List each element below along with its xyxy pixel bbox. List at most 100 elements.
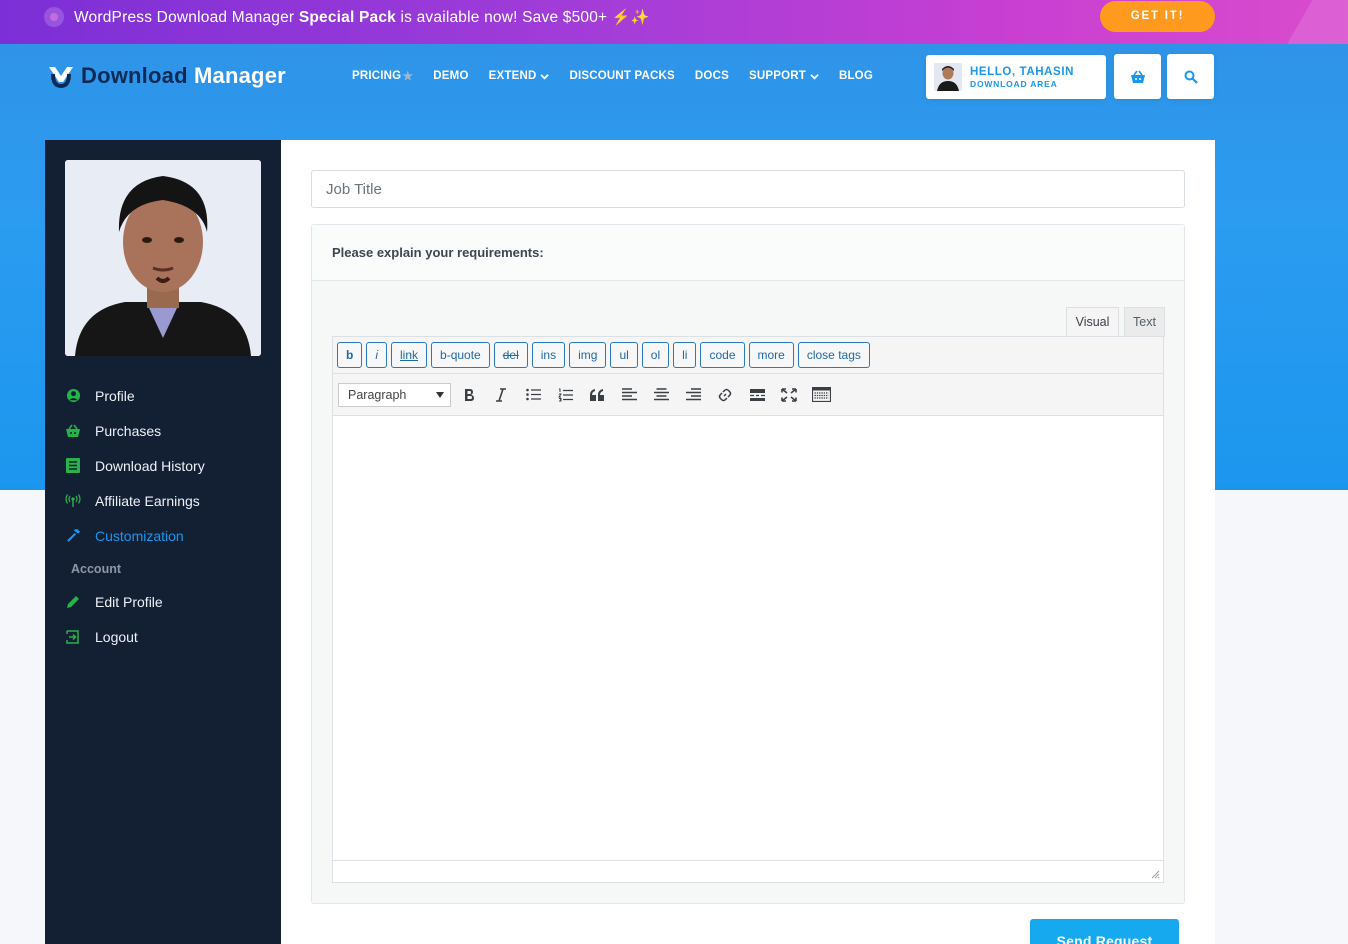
promo-message: WordPress Download Manager Special Pack … [74, 8, 650, 27]
sidebar-item-label: Affiliate Earnings [95, 492, 200, 509]
sidebar-item-logout[interactable]: Logout [45, 619, 281, 654]
promo-bar: WordPress Download Manager Special Pack … [0, 0, 1348, 44]
chevron-down-icon [540, 73, 550, 80]
numbered-list-icon [557, 388, 573, 401]
user-circle-icon [65, 388, 81, 404]
fullscreen-icon [781, 387, 797, 402]
sidebar: Profile Purchases Download History Affil… [45, 140, 281, 944]
account-heading: Account [71, 561, 121, 576]
search-icon [1184, 70, 1198, 84]
get-it-button[interactable]: GET IT! [1100, 1, 1215, 32]
sidebar-item-label: Profile [95, 387, 135, 404]
requirements-label: Please explain your requirements: [312, 225, 1184, 281]
numbered-list-button[interactable] [549, 382, 581, 408]
qt-ul-button[interactable]: ul [610, 342, 638, 368]
fullscreen-button[interactable] [773, 382, 805, 408]
format-select-value: Paragraph [348, 387, 407, 402]
broadcast-icon [65, 493, 81, 509]
insert-link-button[interactable] [709, 382, 741, 408]
user-download-area: DOWNLOAD AREA [970, 78, 1058, 89]
main-content: Please explain your requirements: Visual… [281, 140, 1215, 944]
sidebar-item-label: Logout [95, 628, 138, 645]
star-icon: ★ [402, 69, 414, 83]
align-center-button[interactable] [645, 382, 677, 408]
italic-icon [496, 387, 506, 402]
toolbar-toggle-button[interactable] [805, 382, 837, 408]
sidebar-menu: Profile Purchases Download History Affil… [45, 378, 281, 654]
nav-blog-label: BLOG [838, 70, 873, 82]
bullet-list-button[interactable] [517, 382, 549, 408]
italic-button[interactable] [485, 382, 517, 408]
user-menu[interactable]: HELLO, TAHASIN DOWNLOAD AREA [926, 55, 1106, 99]
align-left-button[interactable] [613, 382, 645, 408]
list-icon [65, 458, 81, 474]
bold-icon [465, 388, 474, 401]
qt-more-button[interactable]: more [748, 342, 794, 368]
nav-support[interactable]: SUPPORT [749, 69, 819, 83]
qt-bold-button[interactable]: b [337, 342, 363, 368]
quicktags-toolbar: b i link b-quote del ins img ul ol li co… [333, 337, 1163, 374]
qt-img-button[interactable]: img [569, 342, 607, 368]
qt-del-button[interactable]: del [493, 342, 528, 368]
sidebar-item-profile[interactable]: Profile [45, 378, 281, 413]
qt-code-button[interactable]: code [700, 342, 745, 368]
qt-close-tags-button[interactable]: close tags [797, 342, 870, 368]
formatting-toolbar: Paragraph [333, 374, 1163, 416]
promo-dot-icon [44, 7, 64, 27]
resize-handle-icon[interactable] [1151, 870, 1160, 879]
nav-extend-label: EXTEND [488, 70, 537, 82]
read-more-button[interactable] [741, 382, 773, 408]
nav-pricing[interactable]: PRICING ★ [352, 69, 413, 83]
align-right-button[interactable] [677, 382, 709, 408]
search-button[interactable] [1167, 54, 1214, 99]
nav-discount-packs-label: DISCOUNT PACKS [569, 70, 675, 82]
qt-blockquote-button[interactable]: b-quote [431, 342, 490, 368]
qt-ins-button[interactable]: ins [531, 342, 566, 368]
editor-status-bar [333, 860, 1163, 882]
bold-button[interactable] [453, 382, 485, 408]
format-select[interactable]: Paragraph [338, 382, 451, 407]
tab-visual[interactable]: Visual [1066, 307, 1119, 337]
cart-button[interactable] [1114, 54, 1161, 99]
sidebar-item-label: Download History [95, 457, 205, 474]
rich-text-editor: b i link b-quote del ins img ul ol li co… [332, 336, 1164, 883]
nav-docs-label: DOCS [694, 70, 729, 82]
main-nav: PRICING ★ DEMO EXTEND DISCOUNT PACKS DOCS… [352, 69, 893, 83]
promo-decoration [1277, 0, 1348, 44]
quote-icon [589, 388, 604, 401]
tab-text[interactable]: Text [1124, 307, 1165, 337]
nav-demo[interactable]: DEMO [433, 69, 468, 83]
bullet-list-icon [525, 388, 541, 401]
sidebar-item-edit-profile[interactable]: Edit Profile [45, 584, 281, 619]
job-title-input[interactable] [311, 170, 1185, 208]
qt-italic-button[interactable]: i [366, 342, 388, 368]
send-request-button[interactable]: Send Request [1030, 919, 1179, 944]
promo-text-suffix: is available now! Save $500+ [396, 9, 612, 26]
link-icon [718, 388, 732, 401]
promo-emoji: ⚡✨ [611, 9, 650, 26]
user-hello: HELLO, TAHASIN [970, 65, 1075, 78]
site-logo[interactable]: Download Manager [47, 62, 286, 90]
sidebar-item-label: Edit Profile [95, 593, 163, 610]
align-right-icon [685, 388, 701, 401]
align-left-icon [621, 388, 637, 401]
qt-ol-button[interactable]: ol [641, 342, 670, 368]
sidebar-item-affiliate-earnings[interactable]: Affiliate Earnings [45, 483, 281, 518]
qt-link-button[interactable]: link [391, 342, 428, 368]
nav-discount-packs[interactable]: DISCOUNT PACKS [569, 69, 674, 83]
sidebar-item-download-history[interactable]: Download History [45, 448, 281, 483]
logo-text: Download Manager [81, 63, 286, 89]
nav-docs[interactable]: DOCS [695, 69, 729, 83]
logout-icon [65, 629, 81, 645]
editor-content-area[interactable] [333, 416, 1163, 860]
sidebar-item-purchases[interactable]: Purchases [45, 413, 281, 448]
nav-blog[interactable]: BLOG [839, 69, 873, 83]
read-more-icon [749, 388, 765, 401]
sidebar-item-customization[interactable]: Customization [45, 518, 281, 553]
basket-icon [1130, 70, 1145, 83]
nav-extend[interactable]: EXTEND [489, 69, 550, 83]
chevron-down-icon [810, 73, 819, 80]
basket-icon [65, 423, 81, 439]
qt-li-button[interactable]: li [673, 342, 697, 368]
blockquote-button[interactable] [581, 382, 613, 408]
